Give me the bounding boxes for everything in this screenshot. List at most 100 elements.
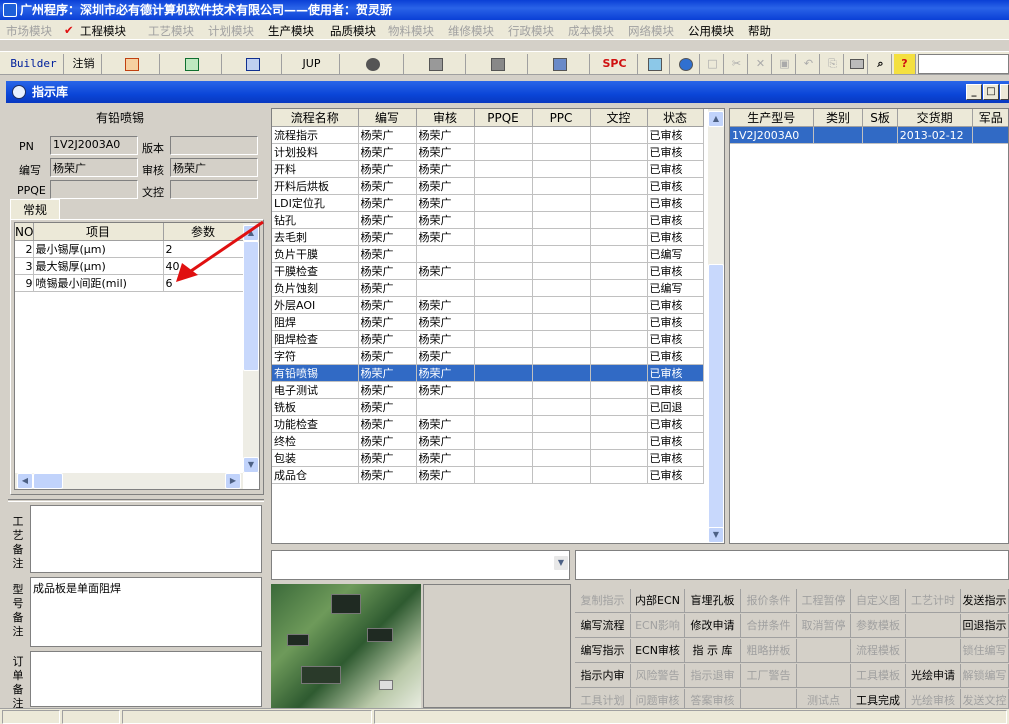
view-button[interactable] [342, 54, 404, 74]
menu-item-11[interactable]: 公用模块 [688, 23, 734, 39]
process-col-header[interactable]: 编写 [358, 109, 417, 127]
process-col-header[interactable]: PPC [532, 109, 591, 127]
minimize-button[interactable]: _ [966, 84, 982, 100]
action-button[interactable]: 指示退审 [685, 664, 741, 688]
jup-button[interactable]: JUP [284, 54, 340, 74]
process-row[interactable]: 包装 杨荣广 杨荣广 已审核 [272, 449, 704, 467]
toolbar-combo[interactable] [918, 54, 1009, 74]
menu-item-3[interactable]: 计划模块 [208, 23, 254, 39]
process-memo[interactable] [30, 505, 262, 573]
ppqe-field[interactable] [50, 180, 138, 199]
hscroll-thumb[interactable] [33, 473, 63, 489]
scroll-down-icon[interactable]: ▼ [708, 527, 724, 543]
process-row[interactable]: 干膜检查 杨荣广 杨荣广 已审核 [272, 262, 704, 280]
action-button[interactable]: 指示内审 [575, 664, 631, 688]
database-button[interactable] [406, 54, 466, 74]
process-col-header[interactable]: 流程名称 [272, 109, 359, 127]
menu-item-4[interactable]: 生产模块 [268, 23, 314, 39]
cut-button[interactable]: ✂ [726, 54, 748, 74]
menu-item-7[interactable]: 维修模块 [448, 23, 494, 39]
process-row[interactable]: 终检 杨荣广 杨荣广 已审核 [272, 432, 704, 450]
action-button[interactable]: 工厂警告 [741, 664, 797, 688]
find-button[interactable]: ⌕ [870, 54, 892, 74]
model-col-header[interactable]: 交货期 [897, 109, 973, 127]
left-combo[interactable]: ▼ [271, 550, 570, 580]
process-row[interactable]: 阻焊 杨荣广 杨荣广 已审核 [272, 313, 704, 331]
action-button[interactable]: 报价条件 [741, 589, 797, 613]
action-button[interactable]: 发送指示 [961, 589, 1009, 613]
version-field[interactable] [170, 136, 258, 155]
menu-item-2[interactable]: 工艺模块 [148, 23, 194, 39]
menu-item-1[interactable]: 工程模块 [80, 23, 126, 39]
param-col-no[interactable]: NO [15, 223, 34, 241]
action-button[interactable]: 回退指示 [961, 614, 1009, 638]
web-button[interactable] [672, 54, 700, 74]
refresh-button[interactable] [640, 54, 670, 74]
save-button[interactable]: ▣ [774, 54, 796, 74]
action-button[interactable]: 修改申请 [685, 614, 741, 638]
word-export-button[interactable] [224, 54, 282, 74]
action-button[interactable]: 合拼条件 [741, 614, 797, 638]
action-button[interactable]: 粗略拼板 [741, 639, 797, 663]
scroll-thumb[interactable] [708, 264, 724, 543]
model-memo[interactable]: 成品板是单面阻焊 [30, 577, 262, 647]
process-row[interactable]: 成品仓 杨荣广 杨荣广 已审核 [272, 466, 704, 484]
dropdown-icon[interactable]: ▼ [553, 555, 569, 571]
new-button[interactable]: □ [702, 54, 724, 74]
action-button[interactable]: 工程暂停 [797, 589, 851, 613]
action-button[interactable]: 参数模板 [851, 614, 906, 638]
process-col-header[interactable]: 审核 [416, 109, 475, 127]
builder-button[interactable]: Builder [4, 54, 64, 74]
action-button[interactable] [906, 614, 961, 638]
editor-field[interactable]: 杨荣广 [50, 158, 138, 177]
scroll-right-icon[interactable]: ▶ [225, 473, 241, 489]
copy-button[interactable]: ⎘ [822, 54, 844, 74]
scroll-left-icon[interactable]: ◀ [17, 473, 33, 489]
scroll-up-icon[interactable]: ▲ [708, 111, 724, 127]
action-button[interactable]: 自定义图 [851, 589, 906, 613]
model-col-header[interactable]: 生产型号 [730, 109, 814, 127]
action-button[interactable]: 编写流程 [575, 614, 631, 638]
process-row[interactable]: 去毛刺 杨荣广 杨荣广 已审核 [272, 228, 704, 246]
action-button[interactable]: 编写指示 [575, 639, 631, 663]
tab-general[interactable]: 常规 [10, 199, 60, 219]
process-row[interactable]: 字符 杨荣广 杨荣广 已审核 [272, 347, 704, 365]
close-button[interactable] [1000, 84, 1009, 100]
action-button[interactable]: 工具模板 [851, 664, 906, 688]
model-col-header[interactable]: S板 [862, 109, 898, 127]
action-button[interactable]: 盲埋孔板 [685, 589, 741, 613]
ppt-export-button[interactable] [104, 54, 160, 74]
menu-item-6[interactable]: 物料模块 [388, 23, 434, 39]
process-row[interactable]: 负片蚀刻 杨荣广 已编写 [272, 279, 704, 297]
process-row[interactable]: LDI定位孔 杨荣广 杨荣广 已审核 [272, 194, 704, 212]
help-button[interactable]: ? [894, 54, 916, 74]
menu-item-9[interactable]: 成本模块 [568, 23, 614, 39]
pn-field[interactable]: 1V2J2003A0 [50, 136, 138, 155]
action-button[interactable]: 流程模板 [851, 639, 906, 663]
scroll-down-icon[interactable]: ▼ [243, 457, 259, 473]
model-col-header[interactable]: 军品 [972, 109, 1008, 127]
model-col-header[interactable]: 类别 [813, 109, 864, 127]
process-row[interactable]: 铣板 杨荣广 已回退 [272, 398, 704, 416]
right-combo[interactable] [575, 550, 1009, 580]
undo-button[interactable]: ↶ [798, 54, 820, 74]
menu-item-8[interactable]: 行政模块 [508, 23, 554, 39]
action-button[interactable] [797, 664, 851, 688]
network-button[interactable] [468, 54, 528, 74]
computer-button[interactable] [530, 54, 590, 74]
maximize-button[interactable]: □ [983, 84, 999, 100]
action-button[interactable]: 内部ECN [631, 589, 685, 613]
spc-button[interactable]: SPC [592, 54, 638, 74]
process-row[interactable]: 开料后烘板 杨荣广 杨荣广 已审核 [272, 177, 704, 195]
param-col-item[interactable]: 项目 [33, 223, 164, 241]
process-row[interactable]: 钻孔 杨荣广 杨荣广 已审核 [272, 211, 704, 229]
menu-item-0[interactable]: 市场模块 [6, 23, 52, 39]
process-row[interactable]: 电子测试 杨荣广 杨荣广 已审核 [272, 381, 704, 399]
process-row[interactable]: 功能检查 杨荣广 杨荣广 已审核 [272, 415, 704, 433]
action-button[interactable]: 复制指示 [575, 589, 631, 613]
action-button[interactable] [906, 639, 961, 663]
process-row[interactable]: 有铅喷锡 杨荣广 杨荣广 已审核 [272, 364, 704, 382]
process-row[interactable]: 开料 杨荣广 杨荣广 已审核 [272, 160, 704, 178]
action-button[interactable]: 锁住编写 [961, 639, 1009, 663]
process-row[interactable]: 阻焊检查 杨荣广 杨荣广 已审核 [272, 330, 704, 348]
